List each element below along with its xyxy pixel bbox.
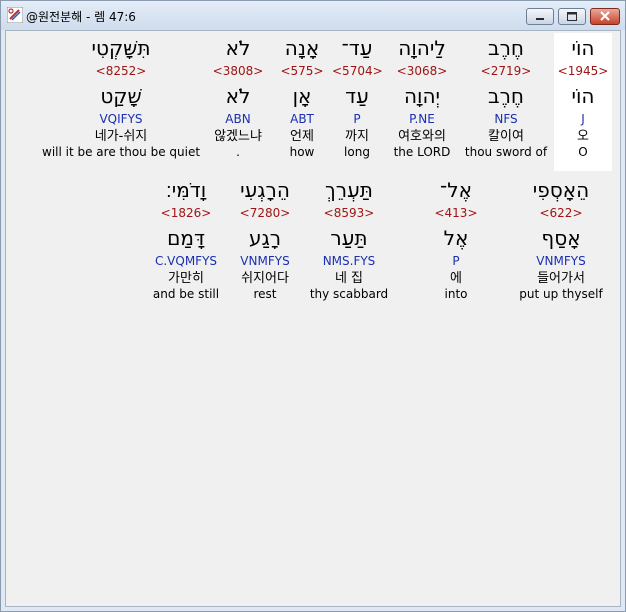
korean-gloss: 오: [577, 129, 589, 144]
word-block[interactable]: וָדֹמִּי׃ <1826> דָּמַם C.VQMFYS 가만히 and…: [146, 175, 226, 302]
word-block[interactable]: הֵאָסְפִי <622> אָסַף VNMFYS 들어가서 put up…: [514, 175, 608, 302]
strong-number: <1945>: [557, 64, 609, 78]
hebrew-lemma: רָגַע: [248, 226, 282, 250]
parse-code: VNMFYS: [536, 254, 586, 268]
korean-gloss: 까지: [345, 129, 369, 144]
hebrew-lemma: יְהוָה: [403, 84, 441, 108]
maximize-icon: [567, 12, 577, 21]
strong-number: <413>: [434, 206, 478, 220]
english-gloss: how: [289, 145, 315, 159]
korean-gloss: 언제: [290, 129, 314, 144]
close-button[interactable]: [590, 8, 620, 25]
english-gloss: .: [236, 145, 240, 159]
parse-code: P.NE: [409, 112, 435, 126]
parse-code: ABN: [225, 112, 251, 126]
strong-number: <622>: [539, 206, 583, 220]
word-block[interactable]: תַּעְרֵךְ <8593> תַּעַר NMS.FYS 네 집 thy …: [304, 175, 394, 302]
english-gloss: put up thyself: [519, 287, 603, 301]
word-block[interactable]: אֶל־ <413> אֶל P 에 into: [424, 175, 488, 302]
korean-gloss: 않겠느냐: [214, 129, 262, 144]
hebrew-word: הֵרָגְעִי: [240, 178, 290, 202]
english-gloss: into: [444, 287, 468, 301]
window-title: @원전분해 - 렘 47:6: [26, 10, 136, 24]
hebrew-word: אֶל־: [440, 178, 472, 202]
korean-gloss: 네 집: [334, 271, 364, 286]
word-block[interactable]: עַד־ <5704> עַד P 까지 long: [332, 33, 383, 160]
hebrew-word: לֹא: [225, 36, 251, 60]
minimize-button[interactable]: [526, 8, 554, 25]
app-window: @원전분해 - 렘 47:6 הוֹי <1945> הוֹי J 오 O חֶ…: [0, 0, 626, 612]
hebrew-lemma: אֶל: [443, 226, 469, 250]
hebrew-word: חֶרֶב: [488, 36, 524, 60]
strong-number: <575>: [280, 64, 324, 78]
hebrew-word: הֵאָסְפִי: [532, 178, 590, 202]
korean-gloss: 에: [450, 271, 462, 286]
strong-number: <7280>: [239, 206, 291, 220]
hebrew-word: וָדֹמִּי׃: [165, 178, 207, 202]
korean-gloss: 들어가서: [537, 271, 585, 286]
parse-code: NFS: [494, 112, 518, 126]
hebrew-lemma: עַד: [345, 84, 369, 108]
english-gloss: rest: [253, 287, 277, 301]
english-gloss: will it be are thou be quiet: [42, 145, 201, 159]
hebrew-lemma: הוֹי: [571, 84, 595, 108]
hebrew-lemma: חֶרֶב: [488, 84, 524, 108]
parse-code: VNMFYS: [240, 254, 290, 268]
hebrew-word: תַּעְרֵךְ: [325, 178, 373, 202]
korean-gloss: 가만히: [168, 271, 204, 286]
strong-number: <3808>: [212, 64, 264, 78]
title-bar[interactable]: @원전분해 - 렘 47:6: [1, 1, 625, 30]
parse-code: J: [581, 112, 585, 126]
korean-gloss: 쉬지어다: [241, 271, 289, 286]
hebrew-lemma: שָׁקַט: [100, 84, 142, 108]
english-gloss: the LORD: [393, 145, 451, 159]
strong-number: <1826>: [160, 206, 212, 220]
strong-number: <8593>: [323, 206, 375, 220]
hebrew-word: אָנָה: [284, 36, 320, 60]
parse-code: ABT: [290, 112, 314, 126]
interlinear-view: הוֹי <1945> הוֹי J 오 O חֶרֶב <2719> חֶרֶ…: [5, 30, 621, 607]
parse-code: P: [452, 254, 460, 268]
korean-gloss: 칼이여: [488, 129, 524, 144]
hebrew-lemma: תַּעַר: [330, 226, 368, 250]
hebrew-word: תִּשָּׁקְטִי: [91, 36, 151, 60]
strong-number: <3068>: [396, 64, 448, 78]
english-gloss: thou sword of: [464, 145, 548, 159]
hebrew-lemma: דָּמַם: [167, 226, 205, 250]
korean-gloss: 네가-쉬지: [94, 129, 148, 144]
hebrew-lemma: אָסַף: [541, 226, 581, 250]
hebrew-lemma: לֹא: [225, 84, 251, 108]
word-block[interactable]: הֵרָגְעִי <7280> רָגַע VNMFYS 쉬지어다 rest: [230, 175, 300, 302]
word-block[interactable]: אָנָה <575> אָן ABT 언제 how: [278, 33, 326, 160]
parse-code: C.VQMFYS: [154, 254, 218, 268]
english-gloss: thy scabbard: [309, 287, 389, 301]
close-icon: [600, 11, 610, 21]
hebrew-word: לַיהוָה: [398, 36, 446, 60]
word-block[interactable]: לַיהוָה <3068> יְהוָה P.NE 여호와의 the LORD: [386, 33, 458, 160]
parse-code: P: [353, 112, 361, 126]
hebrew-lemma: אָן: [292, 84, 312, 108]
word-block[interactable]: תִּשָּׁקְטִי <8252> שָׁקַט VQIFYS 네가-쉬지 …: [42, 33, 200, 160]
hebrew-word: הוֹי: [571, 36, 595, 60]
word-block[interactable]: חֶרֶב <2719> חֶרֶב NFS 칼이여 thou sword of: [462, 33, 550, 160]
maximize-button[interactable]: [558, 8, 586, 25]
app-logo-icon[interactable]: [7, 7, 23, 23]
parse-code: VQIFYS: [99, 112, 143, 126]
strong-number: <2719>: [480, 64, 532, 78]
parse-code: NMS.FYS: [322, 254, 376, 268]
strong-number: <8252>: [95, 64, 147, 78]
english-gloss: O: [578, 145, 588, 159]
korean-gloss: 여호와의: [398, 129, 446, 144]
hebrew-word: עַד־: [341, 36, 373, 60]
strong-number: <5704>: [332, 64, 383, 78]
english-gloss: long: [344, 145, 370, 159]
word-block[interactable]: הוֹי <1945> הוֹי J 오 O: [554, 33, 612, 160]
word-block[interactable]: לֹא <3808> לֹא ABN 않겠느냐 .: [204, 33, 272, 160]
minimize-icon: [536, 18, 544, 20]
english-gloss: and be still: [152, 287, 220, 301]
